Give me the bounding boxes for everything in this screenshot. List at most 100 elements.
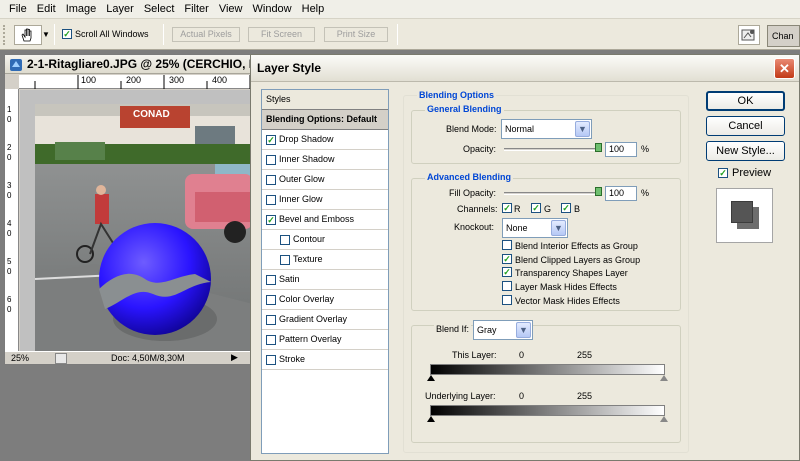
menu-image[interactable]: Image — [61, 0, 102, 19]
ok-button[interactable]: OK — [706, 91, 785, 111]
sign-text: CONAD — [133, 109, 170, 120]
style-item[interactable]: Pattern Overlay — [262, 330, 388, 350]
style-item[interactable]: Inner Shadow — [262, 150, 388, 170]
knockout-select[interactable]: None ▼ — [502, 218, 568, 238]
tool-preset-arrow-icon[interactable]: ▼ — [42, 30, 50, 39]
this-layer-gradient — [430, 364, 665, 375]
new-style-button[interactable]: New Style... — [706, 141, 785, 161]
palette-well-tab[interactable]: Chan — [767, 25, 800, 47]
style-item[interactable]: Inner Glow — [262, 190, 388, 210]
style-item-checkbox[interactable] — [266, 155, 276, 165]
opacity-slider[interactable] — [504, 148, 601, 151]
style-item-checkbox[interactable]: ✓ — [266, 215, 276, 225]
channel-b-checkbox[interactable]: ✓ — [561, 203, 571, 213]
close-button[interactable]: ✕ — [774, 58, 795, 79]
style-item[interactable]: Stroke — [262, 350, 388, 370]
zoom-level[interactable]: 25% — [11, 353, 29, 363]
menu-filter[interactable]: Filter — [179, 0, 213, 19]
channel-g-checkbox[interactable]: ✓ — [531, 203, 541, 213]
preview-checkbox[interactable]: ✓ — [718, 168, 728, 178]
blend-mode-value: Normal — [505, 124, 535, 134]
layer-style-dialog: Layer Style ✕ Styles Blending Options: D… — [250, 54, 800, 461]
style-item[interactable]: ✓ Drop Shadow — [262, 130, 388, 150]
style-item[interactable]: Gradient Overlay — [262, 310, 388, 330]
underlying-min: 0 — [519, 391, 525, 401]
general-blending-title: General Blending — [425, 104, 504, 114]
canvas-gray-border — [20, 90, 253, 104]
print-size-button[interactable]: Print Size — [324, 27, 388, 42]
channel-g-label: G — [544, 204, 552, 214]
status-menu-icon[interactable] — [55, 353, 67, 364]
opacity-slider-thumb[interactable] — [595, 143, 602, 152]
scroll-all-windows-checkbox[interactable]: ✓ — [62, 29, 72, 39]
channel-r-checkbox[interactable]: ✓ — [502, 203, 512, 213]
style-item[interactable]: Color Overlay — [262, 290, 388, 310]
canvas-image[interactable]: CONAD — [35, 104, 253, 352]
style-item[interactable]: Texture — [262, 250, 388, 270]
advanced-option-checkbox[interactable] — [502, 281, 512, 292]
cancel-button[interactable]: Cancel — [706, 116, 785, 136]
styles-header[interactable]: Styles — [262, 90, 388, 110]
menu-window[interactable]: Window — [248, 0, 297, 19]
grip-handle[interactable] — [3, 25, 7, 45]
this-layer-min: 0 — [519, 350, 525, 360]
style-item-checkbox[interactable] — [266, 335, 276, 345]
this-layer-white-slider[interactable] — [660, 375, 668, 381]
styles-list: Styles Blending Options: Default ✓ Drop Sh… — [261, 89, 389, 454]
menu-view[interactable]: View — [214, 0, 248, 19]
blending-options-title: Blending Options — [417, 90, 496, 100]
style-item[interactable]: Satin — [262, 270, 388, 290]
style-item[interactable]: Contour — [262, 230, 388, 250]
style-item-checkbox[interactable] — [280, 235, 290, 245]
this-layer-black-slider[interactable] — [427, 375, 435, 381]
opacity-input[interactable]: 100 — [605, 142, 637, 157]
blend-mode-select[interactable]: Normal ▼ — [501, 119, 592, 139]
fill-opacity-slider[interactable] — [504, 192, 601, 195]
menu-edit[interactable]: Edit — [32, 0, 61, 19]
dialog-titlebar[interactable]: Layer Style ✕ — [251, 55, 799, 82]
style-item[interactable]: ✓ Bevel and Emboss — [262, 210, 388, 230]
fit-screen-button[interactable]: Fit Screen — [248, 27, 315, 42]
this-layer-max: 255 — [577, 350, 593, 360]
menu-select[interactable]: Select — [139, 0, 180, 19]
chevron-down-icon: ▼ — [516, 322, 531, 338]
menu-file[interactable]: File — [4, 0, 32, 19]
advanced-option-checkbox[interactable]: ✓ — [502, 267, 512, 278]
style-item-label: Texture — [293, 254, 323, 264]
style-item-label: Bevel and Emboss — [279, 214, 355, 224]
blend-if-group — [411, 325, 681, 443]
style-item-checkbox[interactable] — [266, 355, 276, 365]
underlying-black-slider[interactable] — [427, 416, 435, 422]
style-item[interactable]: Blending Options: Default — [262, 110, 388, 130]
options-bar: ▼ ✓ Scroll All Windows Actual Pixels Fit… — [0, 19, 800, 50]
blend-if-select[interactable]: Gray ▼ — [473, 320, 533, 340]
status-arrow-icon[interactable]: ▶ — [231, 352, 238, 363]
menu-help[interactable]: Help — [297, 0, 330, 19]
underlying-white-slider[interactable] — [660, 416, 668, 422]
blend-if-label: Blend If: — [434, 324, 472, 334]
horizontal-ruler: 100 200 300 400 — [19, 75, 253, 89]
underlying-layer-gradient — [430, 405, 665, 416]
menu-layer[interactable]: Layer — [101, 0, 139, 19]
advanced-option-checkbox[interactable]: ✓ — [502, 253, 512, 264]
style-item-checkbox[interactable] — [266, 295, 276, 305]
actual-pixels-button[interactable]: Actual Pixels — [172, 27, 240, 42]
style-item-label: Drop Shadow — [279, 134, 334, 144]
chevron-down-icon: ▼ — [551, 220, 566, 236]
style-item-checkbox[interactable] — [280, 255, 290, 265]
hand-icon[interactable] — [14, 25, 42, 45]
fill-opacity-slider-thumb[interactable] — [595, 187, 602, 196]
style-item-label: Blending Options: Default — [266, 114, 377, 124]
document-title[interactable]: 2-1-Ritagliare0.JPG @ 25% (CERCHIO, R — [5, 55, 253, 74]
advanced-option-checkbox[interactable] — [502, 294, 512, 305]
fill-opacity-input[interactable]: 100 — [605, 186, 637, 201]
advanced-option-checkbox[interactable] — [502, 240, 512, 250]
style-item-checkbox[interactable] — [266, 175, 276, 185]
style-item-checkbox[interactable]: ✓ — [266, 135, 276, 145]
fill-opacity-percent: % — [641, 188, 650, 198]
style-item-checkbox[interactable] — [266, 315, 276, 325]
style-item-checkbox[interactable] — [266, 195, 276, 205]
style-item-checkbox[interactable] — [266, 275, 276, 285]
file-browser-icon[interactable] — [738, 25, 760, 45]
style-item[interactable]: Outer Glow — [262, 170, 388, 190]
